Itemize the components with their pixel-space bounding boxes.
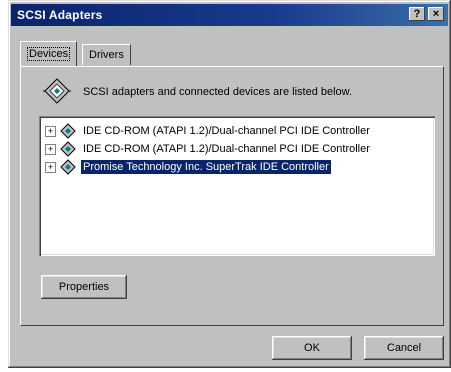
- scsi-adapter-icon: [43, 78, 71, 104]
- tree-item-label: Promise Technology Inc. SuperTrak IDE Co…: [80, 159, 332, 175]
- scsi-controller-icon: [60, 123, 76, 139]
- properties-button[interactable]: Properties: [41, 275, 127, 299]
- scsi-adapters-dialog: SCSI Adapters ? × Devices Drivers SCSI a…: [8, 0, 451, 368]
- cancel-button[interactable]: Cancel: [364, 336, 444, 360]
- scsi-controller-icon: [60, 159, 76, 175]
- expand-icon[interactable]: +: [45, 144, 56, 155]
- devices-panel: SCSI adapters and connected devices are …: [20, 66, 444, 326]
- tab-devices[interactable]: Devices: [20, 41, 78, 66]
- tab-drivers[interactable]: Drivers: [82, 44, 131, 65]
- expand-icon[interactable]: +: [45, 162, 56, 173]
- ok-button[interactable]: OK: [272, 336, 352, 360]
- window-title: SCSI Adapters: [17, 8, 103, 22]
- description-text: SCSI adapters and connected devices are …: [83, 86, 353, 98]
- scsi-controller-icon: [60, 141, 76, 157]
- expand-icon[interactable]: +: [45, 126, 56, 137]
- help-button[interactable]: ?: [409, 7, 425, 21]
- title-bar[interactable]: SCSI Adapters ? ×: [11, 4, 448, 26]
- tree-item-label: IDE CD-ROM (ATAPI 1.2)/Dual-channel PCI …: [83, 125, 370, 137]
- close-button[interactable]: ×: [428, 7, 444, 21]
- device-tree[interactable]: + IDE CD-ROM (ATAPI 1.2)/Dual-channel PC…: [39, 116, 435, 256]
- tree-item-label: IDE CD-ROM (ATAPI 1.2)/Dual-channel PCI …: [83, 143, 370, 155]
